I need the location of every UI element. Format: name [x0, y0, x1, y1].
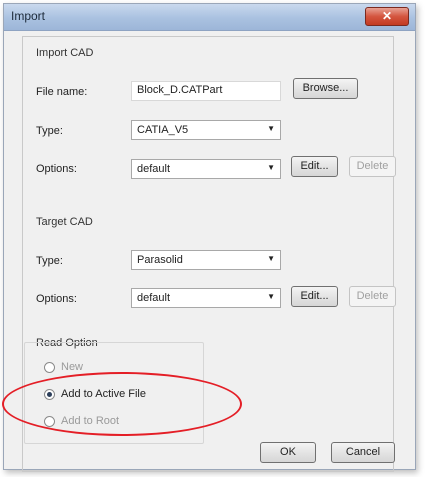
target-delete-button[interactable]: Delete	[349, 286, 396, 307]
import-type-value: CATIA_V5	[137, 124, 189, 136]
import-options-label: Options:	[36, 163, 77, 175]
import-delete-label: Delete	[356, 160, 389, 172]
ok-button-label: OK	[280, 446, 296, 458]
import-type-label: Type:	[36, 125, 63, 137]
close-icon: ✕	[381, 9, 393, 23]
browse-button[interactable]: Browse...	[293, 78, 358, 99]
import-options-value: default	[137, 163, 171, 175]
import-type-dropdown[interactable]: CATIA_V5 ▼	[131, 120, 281, 140]
target-type-value: Parasolid	[137, 254, 183, 266]
title-bar: Import ✕	[4, 4, 415, 31]
file-name-label: File name:	[36, 86, 88, 98]
target-cad-label: Target CAD	[36, 216, 93, 228]
chevron-down-icon: ▼	[267, 254, 275, 263]
import-delete-button[interactable]: Delete	[349, 156, 396, 177]
chevron-down-icon: ▼	[267, 292, 275, 301]
target-edit-label: Edit...	[300, 290, 329, 302]
target-edit-button[interactable]: Edit...	[291, 286, 338, 307]
target-type-dropdown[interactable]: Parasolid ▼	[131, 250, 281, 270]
import-edit-button[interactable]: Edit...	[291, 156, 338, 177]
browse-button-label: Browse...	[302, 82, 349, 94]
import-options-dropdown[interactable]: default ▼	[131, 159, 281, 179]
target-type-label: Type:	[36, 255, 63, 267]
highlight-ellipse	[2, 372, 242, 436]
target-options-dropdown[interactable]: default ▼	[131, 288, 281, 308]
import-cad-label: Import CAD	[36, 47, 94, 59]
import-edit-label: Edit...	[300, 160, 329, 172]
window-title: Import	[11, 9, 46, 23]
target-options-label: Options:	[36, 293, 77, 305]
chevron-down-icon: ▼	[267, 163, 275, 172]
cancel-button[interactable]: Cancel	[331, 442, 395, 463]
radio-new-label: New	[61, 361, 84, 373]
chevron-down-icon: ▼	[267, 124, 275, 133]
cancel-button-label: Cancel	[345, 446, 381, 458]
file-name-value: Block_D.CATPart	[137, 84, 223, 96]
file-name-field[interactable]: Block_D.CATPart	[131, 81, 281, 101]
radio-button[interactable]	[44, 362, 55, 373]
close-button[interactable]: ✕	[365, 7, 409, 26]
target-delete-label: Delete	[356, 290, 389, 302]
ok-button[interactable]: OK	[260, 442, 316, 463]
target-options-value: default	[137, 292, 171, 304]
